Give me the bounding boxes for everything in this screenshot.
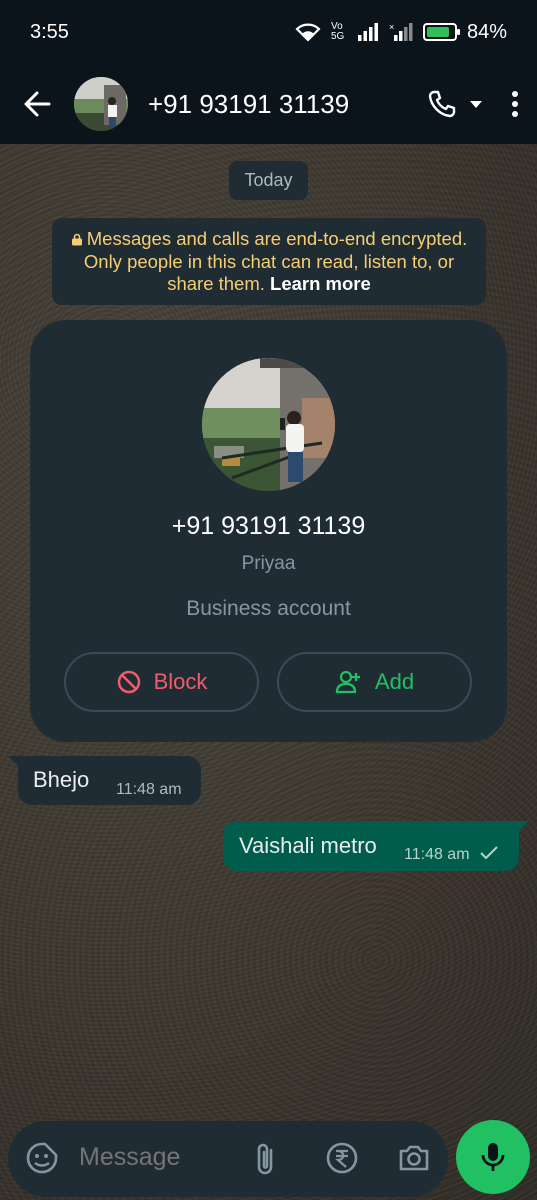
sent-check-icon (480, 846, 498, 860)
microphone-icon (481, 1143, 505, 1171)
phone-icon (428, 90, 456, 118)
header-actions (427, 89, 537, 119)
rupee-icon (326, 1142, 358, 1174)
message-outgoing[interactable]: Vaishali metro 11:48 am (223, 821, 529, 871)
attach-button[interactable] (253, 1141, 279, 1177)
message-input[interactable] (79, 1143, 239, 1172)
message-incoming[interactable]: Bhejo 11:48 am (8, 756, 201, 805)
contact-info-card: +91 93191 31139 Priyaa Business account … (30, 320, 507, 742)
status-bar: 3:55 Vo 5G × 84% (0, 0, 537, 64)
chat-title[interactable]: +91 93191 31139 (148, 89, 427, 120)
block-button[interactable]: Block (64, 652, 259, 712)
top-bar: 3:55 Vo 5G × 84% +91 93191 31139 (0, 0, 537, 144)
back-button[interactable] (0, 64, 74, 144)
battery-percent: 84% (466, 20, 507, 43)
signal-no-service-icon: × (389, 22, 413, 41)
contact-photo[interactable] (202, 358, 335, 491)
block-label: Block (153, 669, 208, 694)
contact-avatar[interactable] (74, 77, 128, 131)
date-chip: Today (229, 161, 308, 200)
back-arrow-icon (24, 91, 51, 117)
camera-button[interactable] (397, 1141, 431, 1175)
sticker-emoji-icon (26, 1142, 58, 1174)
wifi-icon (295, 23, 321, 42)
block-icon (117, 670, 140, 694)
more-options-button[interactable] (495, 90, 519, 118)
status-time: 3:55 (30, 20, 69, 43)
voice-message-button[interactable] (456, 1120, 530, 1194)
payment-button[interactable] (325, 1141, 359, 1175)
avatar-photo (74, 77, 128, 131)
more-vert-icon (512, 91, 518, 117)
card-account-type: Business account (186, 597, 351, 620)
add-contact-button[interactable]: Add (277, 652, 472, 712)
network-label: Vo 5G (330, 21, 345, 42)
card-contact-name: Priyaa (241, 553, 296, 574)
learn-more-link[interactable]: Learn more (270, 273, 371, 294)
message-composer (8, 1121, 448, 1197)
call-options-dropdown[interactable] (467, 98, 485, 110)
chat-screen: 3:55 Vo 5G × 84% +91 93191 31139 Today M… (0, 0, 537, 1200)
battery-fill (426, 27, 449, 37)
signal-icon (357, 23, 378, 41)
battery-icon (422, 23, 460, 41)
chat-header: +91 93191 31139 (0, 64, 537, 144)
status-icons: Vo 5G × 84% (295, 21, 507, 44)
svg-text:×: × (389, 22, 394, 32)
add-person-icon (335, 670, 360, 694)
encryption-notice[interactable]: Messages and calls are end-to-end encryp… (52, 218, 486, 305)
message-text: Vaishali metro (239, 833, 377, 858)
message-time: 11:48 am (404, 846, 470, 863)
dropdown-icon (470, 101, 482, 108)
message-time: 11:48 am (116, 781, 182, 798)
contact-photo-image (202, 358, 335, 491)
add-label: Add (374, 669, 415, 694)
camera-icon (399, 1145, 429, 1171)
paperclip-icon (257, 1143, 273, 1175)
card-phone-number: +91 93191 31139 (171, 512, 366, 540)
emoji-button[interactable] (25, 1141, 59, 1175)
message-text: Bhejo (33, 767, 90, 792)
call-button[interactable] (427, 89, 457, 119)
lock-icon (71, 233, 82, 246)
